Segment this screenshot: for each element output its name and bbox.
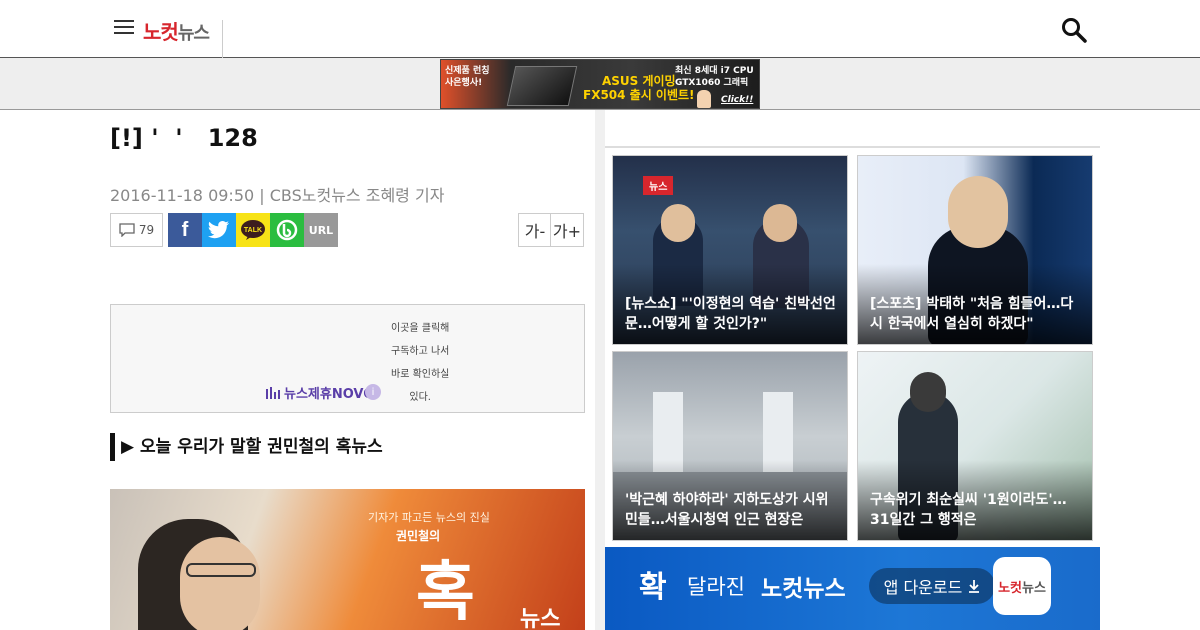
novo-ad-box[interactable]: 이곳을 클릭해 구독하고 나서 바로 확인하실 있다. 뉴스제휴NOVO i — [110, 304, 585, 413]
comment-icon — [119, 223, 135, 237]
logo-part1: 노컷 — [143, 20, 179, 44]
related-card[interactable]: [스포츠] 박태하 "처음 힘들어…다시 한국에서 열심히 하겠다" — [857, 155, 1093, 345]
logo[interactable]: 노컷뉴스 — [143, 16, 210, 45]
pointer-hand-icon — [697, 90, 711, 108]
news-tag: 뉴스 — [643, 176, 674, 195]
card-title[interactable]: [뉴스쇼] "'이정현의 역습' 친박선언문…어떻게 할 것인가?" — [625, 294, 837, 334]
comment-button[interactable]: 79 — [110, 213, 163, 247]
promo-text1: 달라진 — [687, 575, 745, 599]
twitter-share-button[interactable] — [202, 213, 236, 247]
card-title[interactable]: [스포츠] 박태하 "처음 힘들어…다시 한국에서 열심히 하겠다" — [870, 294, 1082, 334]
search-icon[interactable] — [1061, 17, 1087, 43]
photo-glasses — [186, 563, 256, 577]
person-figure — [661, 204, 695, 242]
novo-brand-label: 뉴스제휴NOVO — [284, 387, 375, 402]
ad-line1: 신제품 런칭 사은행사! — [445, 66, 490, 88]
app-promo-banner[interactable]: 확 달라진 노컷뉴스 앱 다운로드 노컷 뉴스 — [605, 547, 1100, 630]
card-title[interactable]: '박근혜 하야하라' 지하도상가 시위민들…서울시청역 인근 현장은 — [625, 490, 837, 530]
ad-spec: 최신 8세대 i7 CPU GTX1060 그래픽 — [675, 66, 754, 88]
article-meta: 2016-11-18 09:50 | CBS노컷뉴스 조혜령 기자 — [110, 186, 445, 205]
photo-face — [180, 537, 260, 630]
comment-count: 79 — [138, 223, 155, 237]
related-column: 뉴스 [뉴스쇼] "'이정현의 역습' 친박선언문…어떻게 할 것인가?" [스… — [605, 110, 1100, 630]
banner-ad[interactable]: 신제품 런칭 사은행사! ASUS 게이밍 FX504 출시 이벤트! 최신 8세대… — [440, 59, 760, 109]
app-download-label: 앱 다운로드 — [883, 578, 963, 597]
kakaotalk-icon: TALK — [241, 220, 265, 240]
app-icon: 노컷 뉴스 — [993, 557, 1051, 615]
info-icon[interactable]: i — [365, 384, 381, 400]
photo-caption: 기자가 파고든 뉴스의 진실 — [368, 511, 490, 524]
related-card[interactable]: 뉴스 [뉴스쇼] "'이정현의 역습' 친박선언문…어떻게 할 것인가?" — [612, 155, 848, 345]
section-heading: ▶ 오늘 우리가 말할 권민철의 혹뉴스 — [110, 433, 383, 461]
hamburger-icon[interactable] — [114, 20, 134, 36]
novo-brand[interactable]: 뉴스제휴NOVO — [266, 383, 374, 402]
promo-big: 확 — [639, 570, 667, 605]
related-card[interactable]: 구속위기 최순실씨 '1원이라도'…31일간 그 행적은 — [857, 351, 1093, 541]
facebook-icon: f — [181, 218, 189, 241]
facebook-share-button[interactable]: f — [168, 213, 202, 247]
person-figure — [763, 204, 797, 242]
novo-ad-text: 이곳을 클릭해 구독하고 나서 바로 확인하실 있다. — [391, 323, 450, 403]
article-column: [!] ' ' 128 2016-11-18 09:50 | CBS노컷뉴스 조… — [100, 110, 595, 630]
left-margin — [0, 110, 100, 630]
top-bar: 노컷뉴스 — [0, 0, 1200, 58]
ad-band: 신제품 런칭 사은행사! ASUS 게이밍 FX504 출시 이벤트! 최신 8세대… — [0, 58, 1200, 110]
app-download-button[interactable]: 앱 다운로드 — [869, 568, 995, 604]
band-icon — [276, 219, 298, 241]
font-decrease-button[interactable]: 가- — [518, 213, 552, 247]
kakaotalk-share-button[interactable]: TALK — [236, 213, 270, 247]
download-icon — [969, 580, 980, 593]
band-share-button[interactable] — [270, 213, 304, 247]
laptop-image — [506, 66, 578, 106]
ad-cta[interactable]: Click!! — [721, 95, 753, 105]
header-divider — [222, 20, 223, 58]
article-photo: 기자가 파고든 뉴스의 진실 권민철의 혹 뉴스 — [110, 489, 585, 630]
svg-text:TALK: TALK — [244, 227, 262, 234]
person-figure — [910, 372, 946, 412]
photo-title-big: 혹 — [416, 555, 475, 630]
bar-chart-icon — [266, 386, 280, 399]
promo-text2: 노컷뉴스 — [761, 576, 846, 602]
twitter-icon — [208, 221, 229, 239]
person-figure — [948, 176, 1008, 248]
related-header — [605, 110, 1100, 148]
article-headline: [!] ' ' 128 — [110, 124, 258, 152]
column-gutter — [595, 110, 605, 630]
font-increase-button[interactable]: 가+ — [550, 213, 584, 247]
related-card[interactable]: '박근혜 하야하라' 지하도상가 시위민들…서울시청역 인근 현장은 — [612, 351, 848, 541]
url-copy-button[interactable]: URL — [304, 213, 338, 247]
card-title[interactable]: 구속위기 최순실씨 '1원이라도'…31일간 그 행적은 — [870, 490, 1082, 530]
photo-title-small: 뉴스 — [520, 607, 561, 630]
logo-part2: 뉴스 — [177, 23, 210, 44]
